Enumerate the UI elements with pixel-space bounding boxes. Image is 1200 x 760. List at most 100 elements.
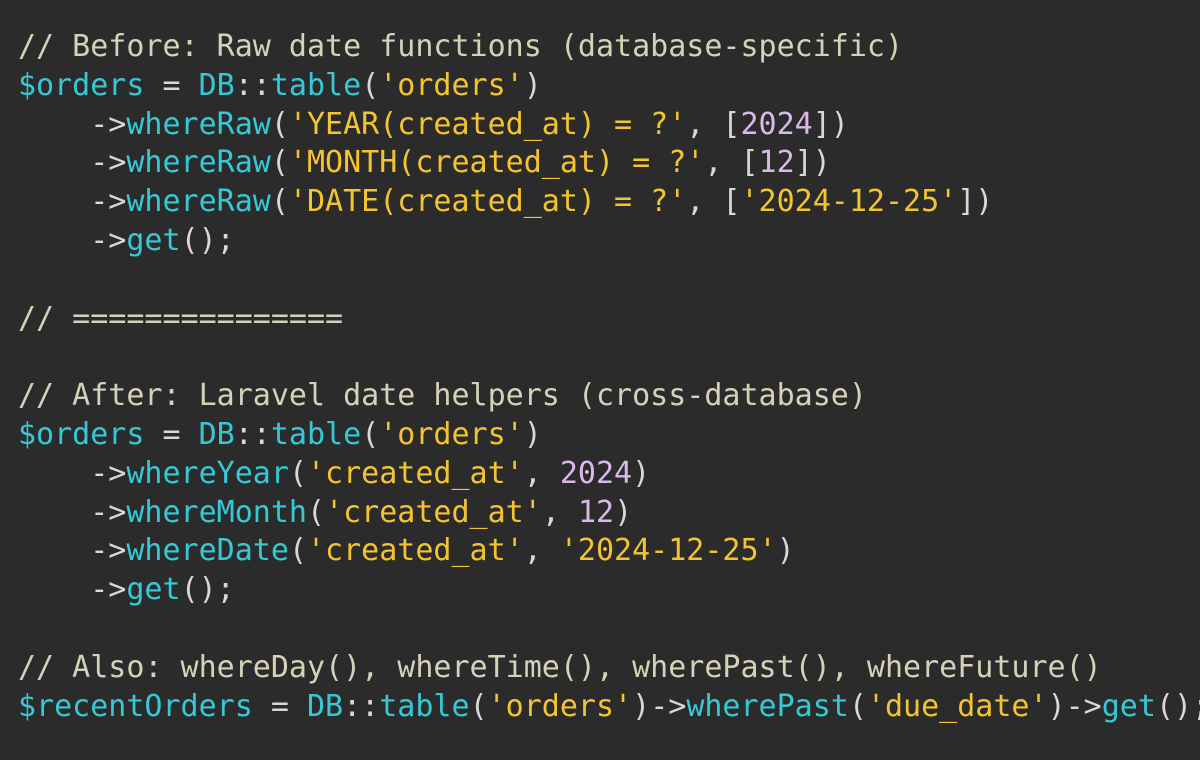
code-token-punct: , [	[686, 184, 741, 220]
code-token-punct: (	[288, 455, 307, 491]
code-token-punct: (	[469, 688, 488, 724]
code-token-punct: ])	[957, 184, 994, 220]
code-token-method: get	[126, 222, 181, 258]
code-token-arrow: ->	[90, 572, 127, 608]
code-token-punct: )	[523, 67, 542, 103]
code-token-punct: )	[632, 455, 651, 491]
code-token-punct: ();	[1155, 688, 1200, 724]
code-token-comment: // ===============	[18, 300, 344, 336]
code-token-op: ::	[343, 688, 380, 724]
code-token-method: get	[1101, 688, 1156, 724]
code-token-punct: ,	[541, 494, 578, 530]
code-token-number: 2024	[559, 455, 633, 491]
code-line: ->whereRaw('YEAR(created_at) = ?', [2024…	[18, 106, 1200, 145]
code-line: // ===============	[18, 300, 1200, 339]
code-line: // Also: whereDay(), whereTime(), whereP…	[18, 649, 1200, 688]
code-token-arrow: ->	[90, 494, 127, 530]
code-token-string: '2024-12-25'	[740, 184, 958, 220]
code-token-punct: (	[361, 416, 380, 452]
code-token-punct: )	[1047, 688, 1066, 724]
code-token-method: table	[379, 688, 470, 724]
code-token-punct: (	[361, 67, 380, 103]
code-token-method: whereMonth	[126, 494, 307, 530]
code-token-arrow: ->	[650, 688, 687, 724]
code-line: ->get();	[18, 222, 1200, 261]
code-token-method: whereRaw	[126, 106, 271, 142]
code-token-punct: ();	[180, 222, 235, 258]
code-token-punct: , [	[686, 106, 741, 142]
code-token-number: 12	[758, 145, 795, 181]
code-block: // Before: Raw date functions (database-…	[18, 28, 1200, 726]
code-token-string: 'orders'	[379, 67, 524, 103]
code-token-arrow: ->	[1065, 688, 1102, 724]
code-token-punct: )	[776, 533, 795, 569]
code-token-arrow: ->	[90, 106, 127, 142]
code-token-class: DB	[198, 416, 235, 452]
code-line: ->whereRaw('DATE(created_at) = ?', ['202…	[18, 183, 1200, 222]
code-line: $recentOrders = DB::table('orders')->whe…	[18, 688, 1200, 727]
code-token-punct: )	[523, 416, 542, 452]
code-token-string: 'DATE(created_at) = ?'	[288, 184, 687, 220]
code-token-string: 'created_at'	[307, 455, 524, 491]
code-editor: // Before: Raw date functions (database-…	[0, 0, 1200, 760]
code-token-punct: ])	[794, 145, 831, 181]
code-line: // After: Laravel date helpers (cross-da…	[18, 377, 1200, 416]
code-token-class: DB	[307, 688, 344, 724]
code-token-string: '2024-12-25'	[559, 533, 777, 569]
code-line: ->whereYear('created_at', 2024)	[18, 455, 1200, 494]
code-token-var: $recentOrders	[18, 688, 253, 724]
code-token-punct: )	[614, 494, 633, 530]
code-token-arrow: ->	[90, 533, 127, 569]
code-token-number: 12	[577, 494, 615, 530]
code-token-punct: (	[270, 145, 289, 181]
code-token-op: =	[144, 67, 199, 103]
code-token-method: table	[270, 67, 362, 103]
code-token-punct: )	[632, 688, 651, 724]
code-line: ->whereMonth('created_at', 12)	[18, 494, 1200, 533]
code-token-arrow: ->	[90, 455, 127, 491]
code-token-string: 'MONTH(created_at) = ?'	[288, 145, 705, 181]
code-token-op: ::	[234, 67, 271, 103]
code-token-class: DB	[198, 67, 235, 103]
code-token-arrow: ->	[90, 222, 127, 258]
code-token-method: whereDate	[126, 533, 289, 569]
code-token-punct: ,	[523, 455, 560, 491]
code-token-number: 2024	[740, 106, 813, 142]
code-token-var: $orders	[18, 67, 145, 103]
code-line: ->whereRaw('MONTH(created_at) = ?', [12]…	[18, 144, 1200, 183]
code-token-method: wherePast	[686, 688, 849, 724]
code-token-string: 'orders'	[487, 688, 633, 724]
code-token-comment: // After: Laravel date helpers (cross-da…	[18, 378, 867, 414]
code-token-method: whereRaw	[126, 145, 271, 181]
code-token-punct: (	[307, 494, 326, 530]
code-line: $orders = DB::table('orders')	[18, 416, 1200, 455]
code-token-comment: // Also: whereDay(), whereTime(), whereP…	[18, 649, 1102, 685]
code-token-punct: ();	[180, 572, 235, 608]
code-line: ->whereDate('created_at', '2024-12-25')	[18, 532, 1200, 571]
code-token-method: get	[126, 572, 181, 608]
code-token-punct: ])	[812, 106, 849, 142]
code-token-string: 'orders'	[379, 416, 524, 452]
code-token-comment: // Before: Raw date functions (database-…	[18, 29, 904, 64]
code-line: $orders = DB::table('orders')	[18, 67, 1200, 106]
code-token-op: =	[252, 688, 307, 724]
code-token-string: 'due_date'	[866, 688, 1048, 724]
code-token-punct: (	[270, 184, 289, 220]
code-token-string: 'created_at'	[307, 533, 524, 569]
code-token-op: =	[144, 416, 199, 452]
code-token-punct: (	[288, 533, 307, 569]
code-line: // Before: Raw date functions (database-…	[18, 28, 1200, 67]
code-token-arrow: ->	[90, 145, 127, 181]
code-token-punct: (	[270, 106, 289, 142]
code-token-punct: , [	[704, 145, 759, 181]
